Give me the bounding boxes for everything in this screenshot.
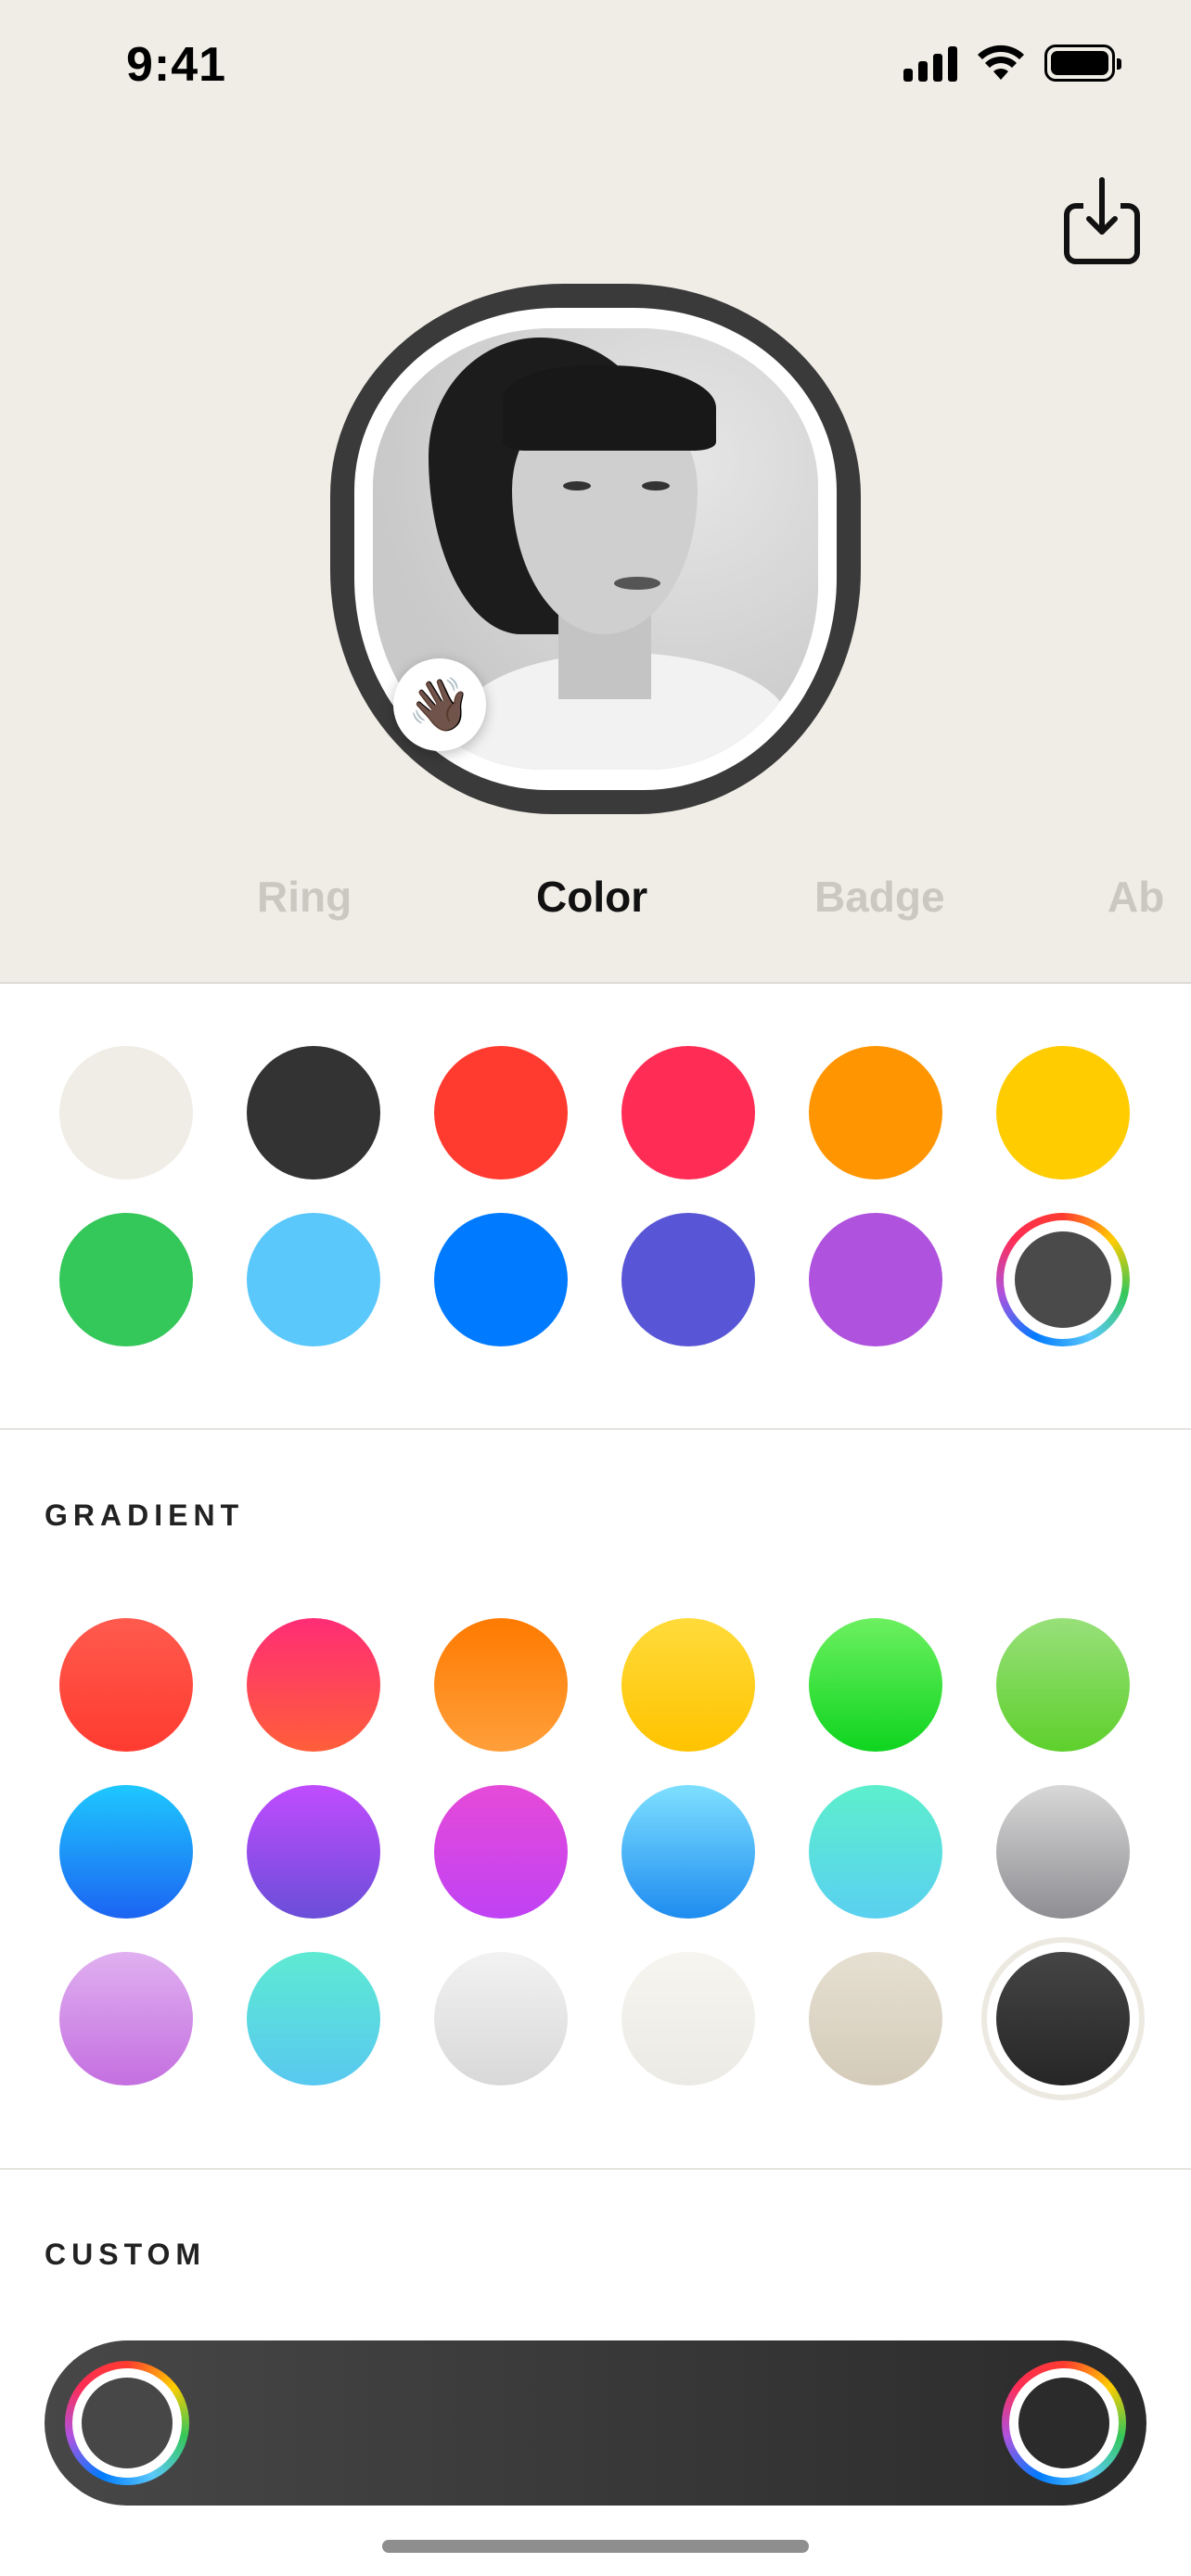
avatar-preview: 👋🏿: [330, 284, 861, 814]
solid-color-swatch[interactable]: [621, 1213, 755, 1346]
solid-color-swatch[interactable]: [434, 1213, 568, 1346]
gradient-swatch[interactable]: [809, 1785, 942, 1919]
tab-color[interactable]: Color: [536, 872, 647, 922]
gradient-swatch[interactable]: [59, 1785, 193, 1919]
custom-section-label: CUSTOM: [45, 2238, 207, 2271]
gradient-swatch[interactable]: [809, 1618, 942, 1752]
status-time: 9:41: [126, 38, 227, 92]
solid-color-swatch[interactable]: [59, 1213, 193, 1346]
gradient-swatch[interactable]: [247, 1785, 380, 1919]
gradient-section-label: GRADIENT: [45, 1498, 245, 1532]
solid-color-swatch[interactable]: [809, 1213, 942, 1346]
gradient-swatch[interactable]: [247, 1618, 380, 1752]
waving-hand-icon: 👋🏿: [407, 675, 472, 733]
download-icon[interactable]: [1063, 176, 1141, 265]
divider: [0, 1428, 1191, 1430]
gradient-swatch[interactable]: [434, 1618, 568, 1752]
gradient-swatch[interactable]: [434, 1952, 568, 2085]
battery-icon: [1044, 45, 1121, 82]
cellular-signal-icon: [903, 45, 957, 82]
gradient-swatch[interactable]: [621, 1618, 755, 1752]
gradient-color-grid: [59, 1618, 1130, 2085]
color-picker-button[interactable]: [996, 1213, 1130, 1346]
wifi-icon: [978, 45, 1024, 80]
gradient-swatch[interactable]: [59, 1952, 193, 2085]
gradient-swatch[interactable]: [247, 1952, 380, 2085]
gradient-swatch[interactable]: [59, 1618, 193, 1752]
tab-ring[interactable]: Ring: [257, 872, 352, 922]
tab-bar: Ring Color Badge Ab: [0, 872, 1191, 927]
solid-color-swatch[interactable]: [809, 1046, 942, 1180]
custom-start-color-handle[interactable]: [65, 2361, 189, 2485]
home-indicator: [382, 2540, 809, 2553]
gradient-swatch[interactable]: [621, 1952, 755, 2085]
solid-color-swatch[interactable]: [434, 1046, 568, 1180]
gradient-swatch[interactable]: [809, 1952, 942, 2085]
gradient-swatch[interactable]: [434, 1785, 568, 1919]
gradient-swatch-selected[interactable]: [996, 1952, 1130, 2085]
custom-gradient-bar[interactable]: [45, 2340, 1146, 2506]
divider: [0, 2168, 1191, 2170]
solid-color-swatch[interactable]: [247, 1046, 380, 1180]
solid-color-swatch[interactable]: [59, 1046, 193, 1180]
solid-color-swatch[interactable]: [247, 1213, 380, 1346]
custom-end-color-handle[interactable]: [1002, 2361, 1126, 2485]
tab-badge[interactable]: Badge: [814, 872, 945, 922]
solid-color-swatch[interactable]: [621, 1046, 755, 1180]
gradient-swatch[interactable]: [996, 1785, 1130, 1919]
avatar-badge[interactable]: 👋🏿: [393, 658, 486, 751]
solid-color-swatch[interactable]: [996, 1046, 1130, 1180]
preview-area: 9:41 👋🏿 Ring Color Badge Ab: [0, 0, 1191, 984]
gradient-swatch[interactable]: [996, 1618, 1130, 1752]
gradient-swatch[interactable]: [621, 1785, 755, 1919]
status-icons: [903, 45, 1121, 82]
tab-about[interactable]: Ab: [1108, 872, 1164, 922]
solid-color-grid: [59, 1046, 1130, 1346]
